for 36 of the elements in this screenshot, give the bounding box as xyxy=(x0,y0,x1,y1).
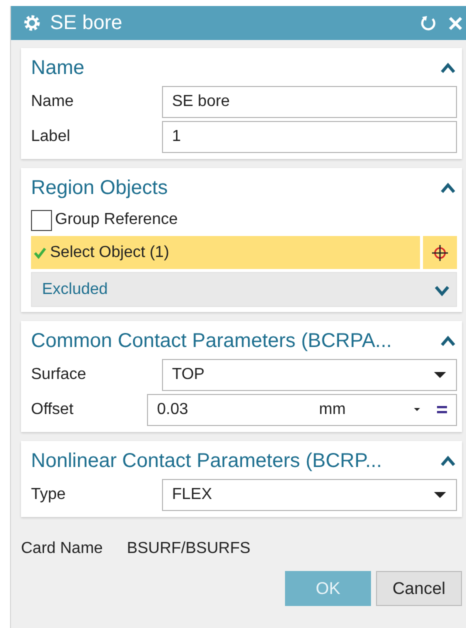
cancel-button[interactable]: Cancel xyxy=(376,571,462,606)
card-name-value: BSURF/BSURFS xyxy=(126,540,250,558)
collapse-icon[interactable] xyxy=(440,181,456,195)
collapse-icon[interactable] xyxy=(440,454,456,468)
close-icon[interactable] xyxy=(447,14,464,32)
collapse-icon[interactable] xyxy=(440,61,456,75)
check-icon xyxy=(34,246,46,258)
settings-icon[interactable] xyxy=(23,14,41,32)
dropdown-arrow-icon xyxy=(413,407,421,412)
section-title[interactable]: Common Contact Parameters (BCRPA... xyxy=(31,330,392,352)
reset-icon[interactable] xyxy=(420,14,438,32)
section-title[interactable]: Nonlinear Contact Parameters (BCRP... xyxy=(31,450,382,472)
dropdown[interactable]: TOP xyxy=(162,358,457,390)
field-label: Type xyxy=(31,486,67,504)
field-label: Name xyxy=(31,92,75,110)
field-label: Label xyxy=(31,128,72,146)
checkbox[interactable]: Group Reference xyxy=(31,204,457,236)
unit-dropdown[interactable]: mm xyxy=(319,400,413,418)
text-field[interactable]: 1 xyxy=(162,120,457,152)
crosshair-icon xyxy=(431,244,449,262)
dropdown[interactable]: FLEX xyxy=(162,478,457,510)
window-title: SE bore xyxy=(50,12,122,34)
card-name-label: Card Name xyxy=(21,540,103,558)
dropdown-arrow-icon xyxy=(433,370,447,380)
crosshair-button[interactable] xyxy=(423,236,457,269)
dropdown-arrow-icon xyxy=(433,490,447,500)
text-field[interactable]: SE bore xyxy=(162,86,457,118)
section-title[interactable]: Region Objects xyxy=(31,176,168,200)
field-label: Surface xyxy=(31,366,88,384)
collapsible-group[interactable]: Excluded xyxy=(31,272,457,307)
equals-icon[interactable] xyxy=(437,405,447,414)
select-object-button[interactable]: Select Object (1) xyxy=(31,236,420,269)
value-field[interactable]: 0.03 xyxy=(157,400,319,418)
section-title[interactable]: Name xyxy=(31,56,84,80)
field-label: Offset xyxy=(31,400,74,418)
collapse-icon[interactable] xyxy=(440,334,456,348)
